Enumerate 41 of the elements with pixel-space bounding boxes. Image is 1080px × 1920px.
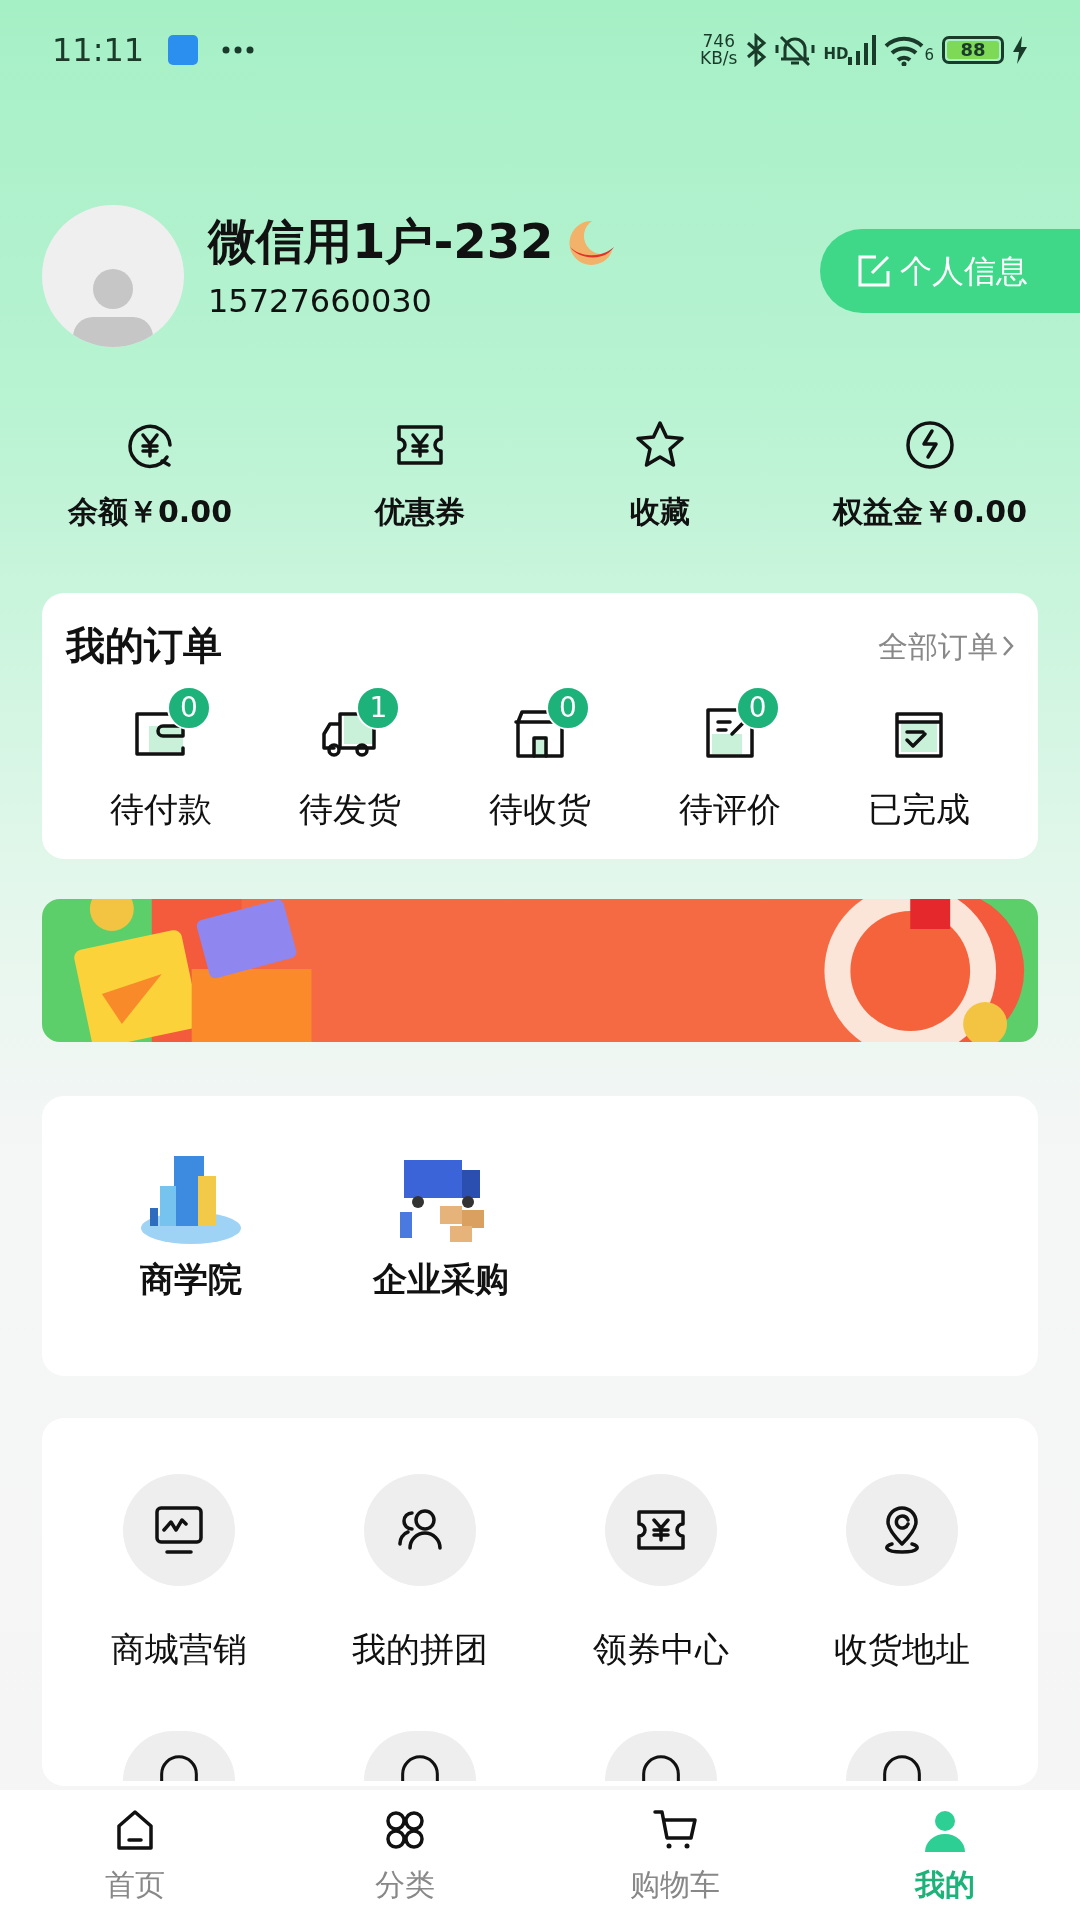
service-label[interactable]: 商学院: [140, 1253, 242, 1305]
battery-level: 88: [947, 41, 999, 59]
tab[interactable]: 分类: [270, 1790, 540, 1920]
count-badge: 0: [735, 685, 780, 730]
edit-icon: [856, 253, 892, 289]
chevron-right-icon: [1002, 635, 1014, 658]
tool-label[interactable]: 我的拼团: [351, 1623, 488, 1675]
network-speed-unit: KB/s: [700, 50, 738, 67]
signal-label: HD: [823, 43, 849, 65]
count-badge: 1: [356, 685, 401, 730]
more-dots-icon: [222, 46, 255, 54]
tool-label[interactable]: 领券中心: [592, 1623, 729, 1675]
order-status-label[interactable]: 已完成: [868, 783, 971, 835]
wifi-icon: [884, 34, 925, 66]
count-badge: 0: [166, 685, 211, 730]
phone-number: 15727660030: [208, 280, 433, 322]
order-status-label[interactable]: 待付款: [109, 783, 212, 835]
stat-label[interactable]: 余额￥0.00: [68, 488, 232, 534]
charging-icon: [1012, 36, 1028, 64]
stat-label[interactable]: 权益金￥0.00: [833, 488, 1027, 534]
stat-label[interactable]: 优惠券: [375, 488, 465, 534]
orders-title: 我的订单: [66, 622, 222, 670]
app-notification-icon: [168, 35, 199, 65]
tool-label[interactable]: 收货地址: [833, 1623, 970, 1675]
service-label[interactable]: 企业采购: [373, 1253, 509, 1305]
stat-label[interactable]: 收藏: [630, 488, 690, 534]
order-status-label[interactable]: 待收货: [489, 783, 591, 835]
tab[interactable]: 购物车: [540, 1790, 810, 1920]
tab[interactable]: 首页: [0, 1790, 270, 1920]
bluetooth-icon: [745, 33, 768, 67]
network-speed: 746: [701, 33, 736, 50]
order-status-label[interactable]: 待评价: [678, 783, 781, 835]
signal-icon: [848, 35, 877, 65]
clock: 11:11: [52, 30, 145, 71]
wifi-label: 6: [924, 44, 934, 66]
all-orders-link[interactable]: 全部订单: [878, 623, 1014, 669]
tool-label[interactable]: 商城营销: [110, 1623, 247, 1675]
count-badge: 0: [546, 685, 590, 730]
order-status-label[interactable]: 待发货: [299, 783, 402, 835]
muted-bell-icon: [775, 33, 816, 67]
user-name: 微信用1户-232: [208, 213, 554, 271]
